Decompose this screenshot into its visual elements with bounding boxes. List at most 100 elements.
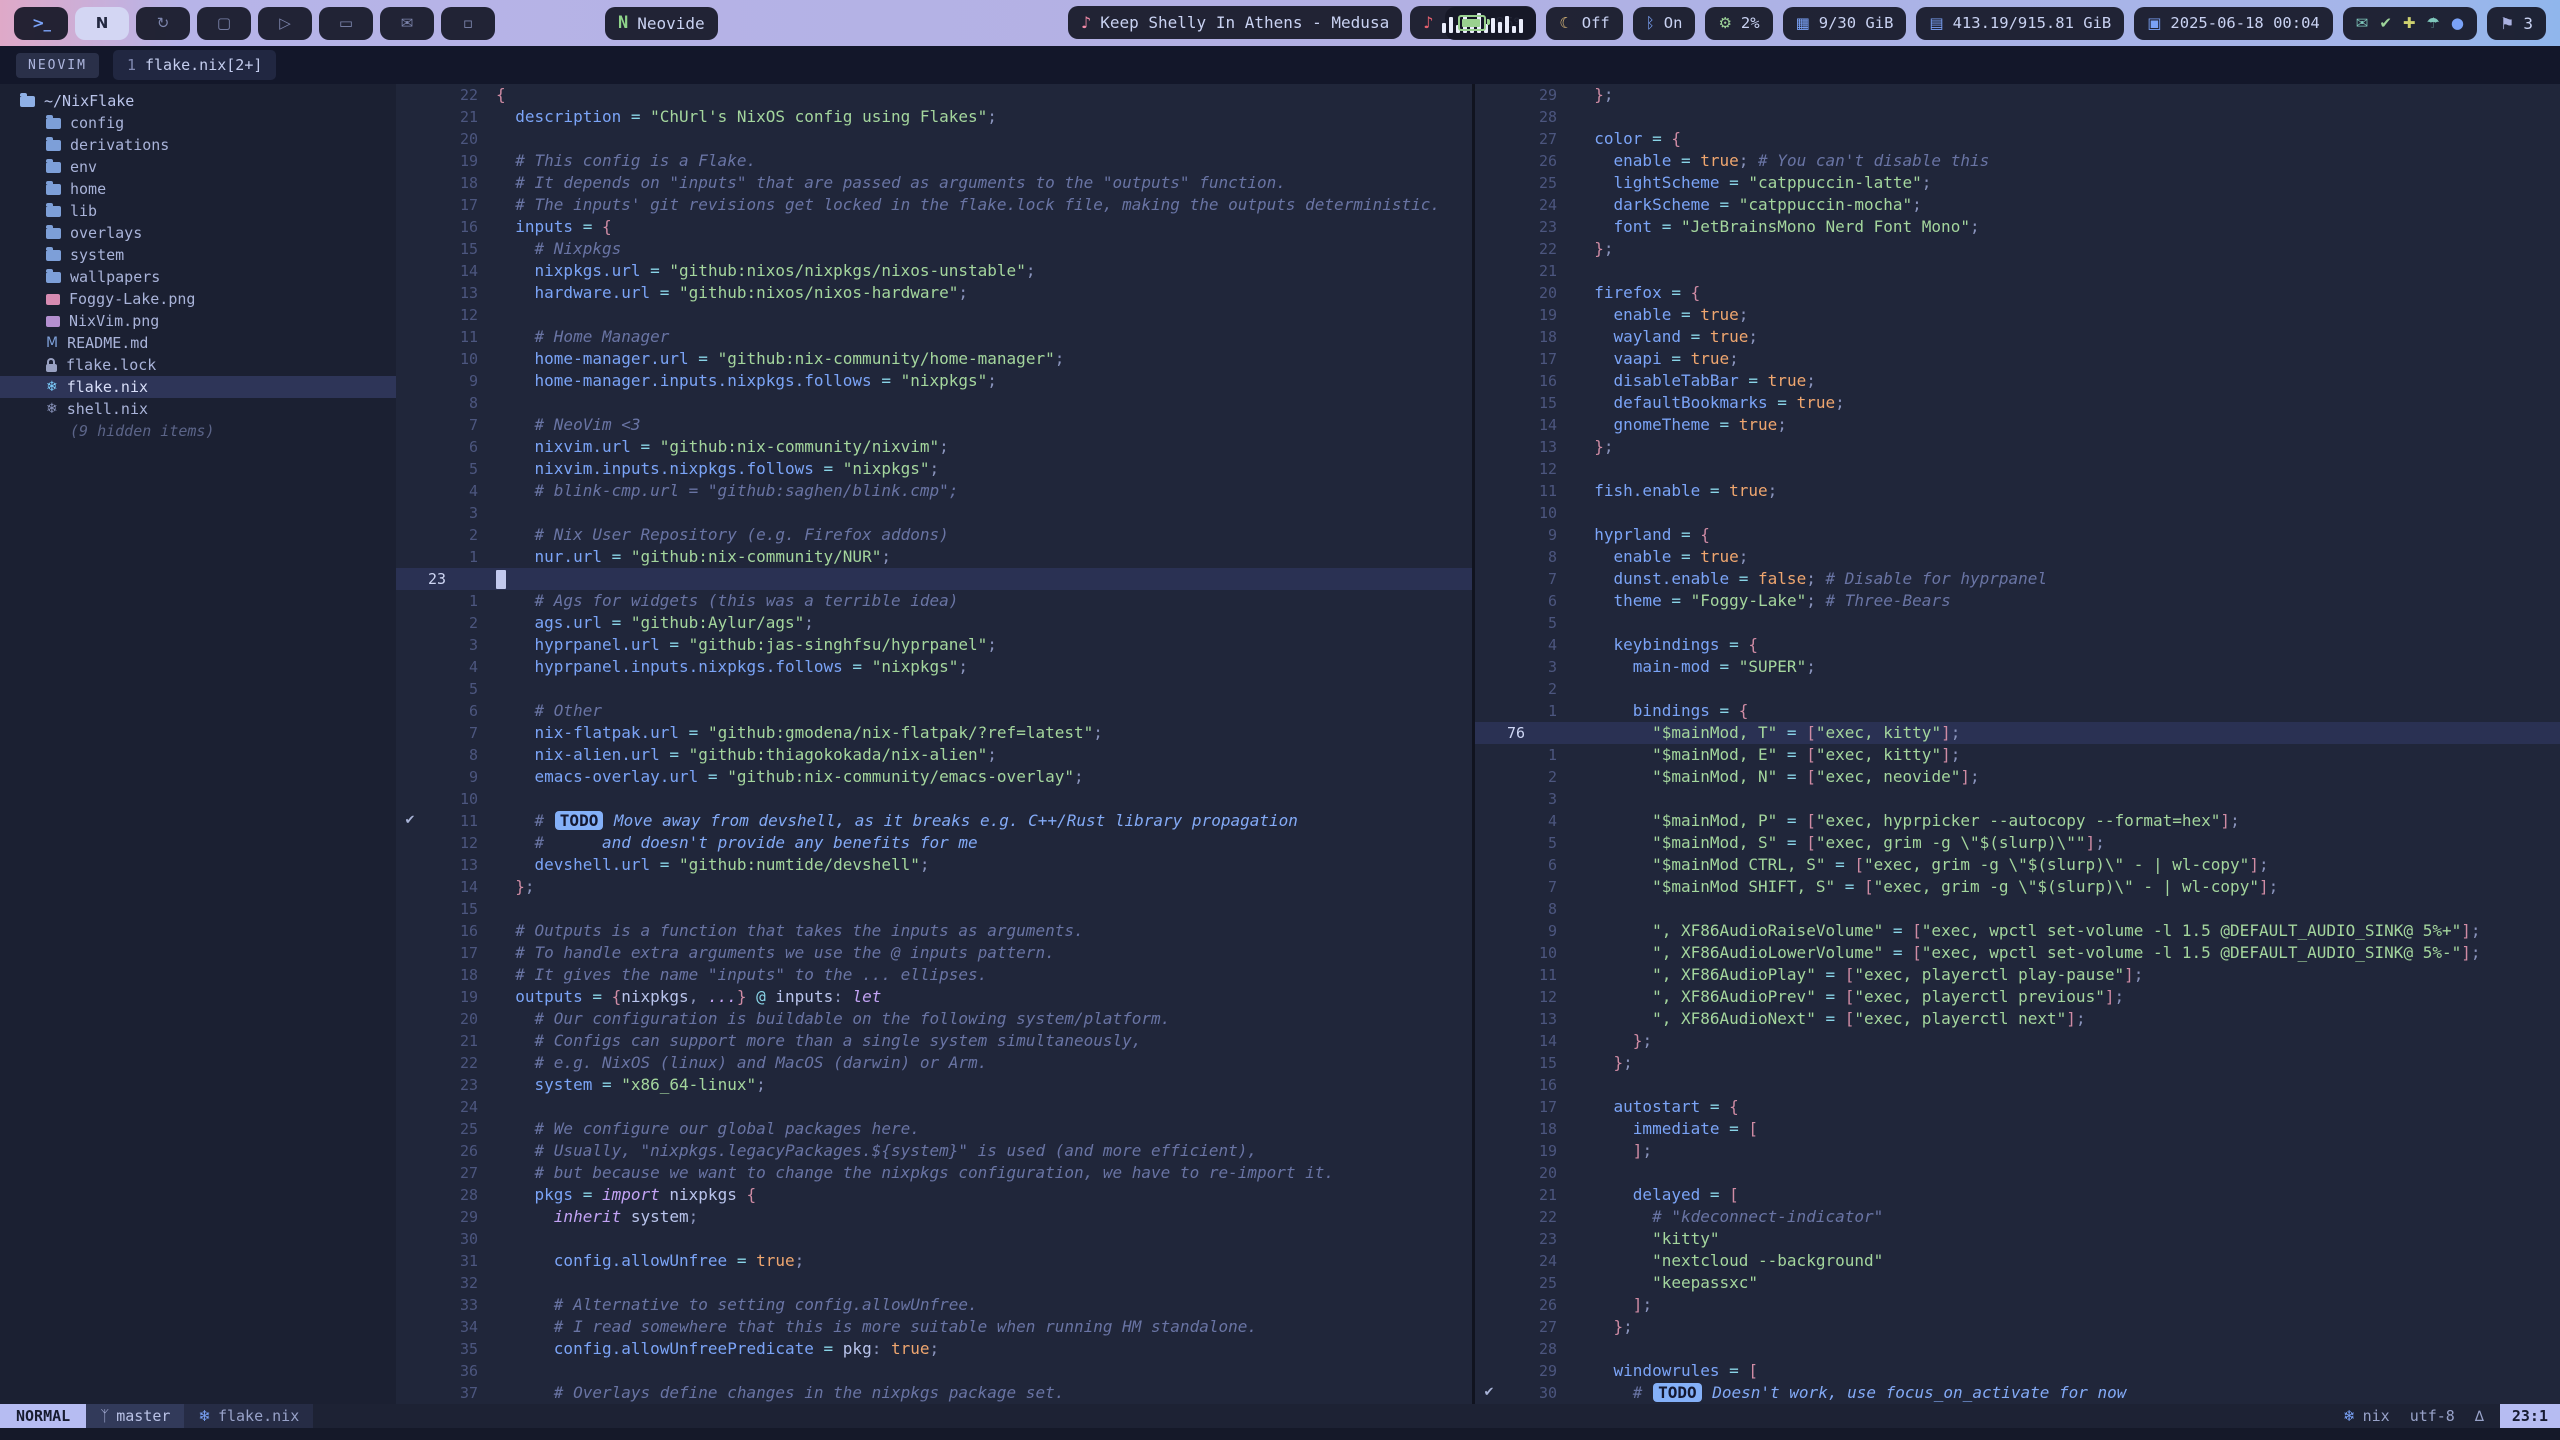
workspace-misc[interactable]: ▫: [441, 7, 495, 40]
code-line[interactable]: 22 # "kdeconnect-indicator": [1475, 1206, 2560, 1228]
tree-item-env[interactable]: env: [0, 156, 396, 178]
code-line[interactable]: 28 pkgs = import nixpkgs {: [396, 1184, 1472, 1206]
code-line[interactable]: 27 color = {: [1475, 128, 2560, 150]
code-line[interactable]: 5: [396, 678, 1472, 700]
code-line[interactable]: 21 delayed = [: [1475, 1184, 2560, 1206]
workspace-neovim[interactable]: N: [75, 7, 129, 40]
tree-item-9-hidden-items[interactable]: (9 hidden items): [0, 420, 396, 442]
code-line[interactable]: 27 # but because we want to change the n…: [396, 1162, 1472, 1184]
code-line[interactable]: 13 };: [1475, 436, 2560, 458]
tree-item-config[interactable]: config: [0, 112, 396, 134]
code-line[interactable]: 23: [396, 568, 1472, 590]
tree-item-flake-lock[interactable]: flake.lock: [0, 354, 396, 376]
code-line[interactable]: 11 # Home Manager: [396, 326, 1472, 348]
code-line[interactable]: 9 home-manager.inputs.nixpkgs.follows = …: [396, 370, 1472, 392]
code-line[interactable]: 4 # blink-cmp.url = "github:saghen/blink…: [396, 480, 1472, 502]
code-line[interactable]: 37 # Overlays define changes in the nixp…: [396, 1382, 1472, 1404]
code-line[interactable]: 6 nixvim.url = "github:nix-community/nix…: [396, 436, 1472, 458]
tree-item-wallpapers[interactable]: wallpapers: [0, 266, 396, 288]
code-line[interactable]: 12 ", XF86AudioPrev" = ["exec, playerctl…: [1475, 986, 2560, 1008]
code-line[interactable]: 7 dunst.enable = false; # Disable for hy…: [1475, 568, 2560, 590]
notifications-pill[interactable]: ⚑ 3: [2487, 7, 2546, 40]
code-line[interactable]: 20 # Our configuration is buildable on t…: [396, 1008, 1472, 1030]
code-line[interactable]: 16 disableTabBar = true;: [1475, 370, 2560, 392]
code-line[interactable]: 9 emacs-overlay.url = "github:nix-commun…: [396, 766, 1472, 788]
code-line[interactable]: 15: [396, 898, 1472, 920]
code-line[interactable]: 19 enable = true;: [1475, 304, 2560, 326]
code-line[interactable]: 18 # It depends on "inputs" that are pas…: [396, 172, 1472, 194]
workspace-mail[interactable]: ✉: [380, 7, 434, 40]
code-line[interactable]: 3: [1475, 788, 2560, 810]
code-line[interactable]: 11 ", XF86AudioPlay" = ["exec, playerctl…: [1475, 964, 2560, 986]
tree-item-overlays[interactable]: overlays: [0, 222, 396, 244]
module-bluetooth[interactable]: ᛒOn: [1633, 7, 1696, 40]
code-line[interactable]: ✔30 # TODO Doesn't work, use focus_on_ac…: [1475, 1382, 2560, 1404]
code-line[interactable]: 10: [1475, 502, 2560, 524]
code-line[interactable]: 16: [1475, 1074, 2560, 1096]
workspace-terminal[interactable]: >_: [14, 7, 68, 40]
code-line[interactable]: 14 gnomeTheme = true;: [1475, 414, 2560, 436]
code-line[interactable]: 23 system = "x86_64-linux";: [396, 1074, 1472, 1096]
buffer-tab[interactable]: 1 flake.nix[2+]: [113, 50, 276, 80]
code-line[interactable]: 14 };: [396, 876, 1472, 898]
neotree-source-tab[interactable]: NEOVIM: [16, 53, 99, 78]
code-line[interactable]: 17 autostart = {: [1475, 1096, 2560, 1118]
workspace-play[interactable]: ▷: [258, 7, 312, 40]
code-line[interactable]: 8: [1475, 898, 2560, 920]
code-line[interactable]: 18 wayland = true;: [1475, 326, 2560, 348]
code-line[interactable]: 19 outputs = {nixpkgs, ...} @ inputs: le…: [396, 986, 1472, 1008]
code-line[interactable]: 22 # e.g. NixOS (linux) and MacOS (darwi…: [396, 1052, 1472, 1074]
code-line[interactable]: 3 main-mod = "SUPER";: [1475, 656, 2560, 678]
code-line[interactable]: 5: [1475, 612, 2560, 634]
code-line[interactable]: 13 ", XF86AudioNext" = ["exec, playerctl…: [1475, 1008, 2560, 1030]
tree-item-shell-nix[interactable]: ❄shell.nix: [0, 398, 396, 420]
tree-item-nixvim-png[interactable]: NixVim.png: [0, 310, 396, 332]
code-line[interactable]: 76 "$mainMod, T" = ["exec, kitty"];: [1475, 722, 2560, 744]
code-line[interactable]: 20: [396, 128, 1472, 150]
code-line[interactable]: 13 hardware.url = "github:nixos/nixos-ha…: [396, 282, 1472, 304]
code-line[interactable]: 26 ];: [1475, 1294, 2560, 1316]
mail-tray-icon[interactable]: ✉: [2356, 14, 2369, 32]
code-line[interactable]: ✔11 # TODO Move away from devshell, as i…: [396, 810, 1472, 832]
code-line[interactable]: 10 ", XF86AudioLowerVolume" = ["exec, wp…: [1475, 942, 2560, 964]
module-do-not-disturb[interactable]: ☾Off: [1546, 7, 1622, 40]
code-line[interactable]: 7 "$mainMod SHIFT, S" = ["exec, grim -g …: [1475, 876, 2560, 898]
code-line[interactable]: 19 # This config is a Flake.: [396, 150, 1472, 172]
code-line[interactable]: 3 hyprpanel.url = "github:jas-singhfsu/h…: [396, 634, 1472, 656]
code-line[interactable]: 23 font = "JetBrainsMono Nerd Font Mono"…: [1475, 216, 2560, 238]
code-line[interactable]: 29 windowrules = [: [1475, 1360, 2560, 1382]
code-line[interactable]: 6 # Other: [396, 700, 1472, 722]
code-line[interactable]: 8 enable = true;: [1475, 546, 2560, 568]
module-cpu[interactable]: ⚙2%: [1705, 7, 1772, 40]
code-line[interactable]: 21 description = "ChUrl's NixOS config u…: [396, 106, 1472, 128]
code-line[interactable]: 10 home-manager.url = "github:nix-commun…: [396, 348, 1472, 370]
code-line[interactable]: 5 "$mainMod, S" = ["exec, grim -g \"$(sl…: [1475, 832, 2560, 854]
code-line[interactable]: 15 # Nixpkgs: [396, 238, 1472, 260]
code-line[interactable]: 20: [1475, 1162, 2560, 1184]
shield-tray-icon[interactable]: ✚: [2403, 14, 2416, 32]
code-line[interactable]: 1 # Ags for widgets (this was a terrible…: [396, 590, 1472, 612]
code-line[interactable]: 34 # I read somewhere that this is more …: [396, 1316, 1472, 1338]
code-line[interactable]: 21 # Configs can support more than a sin…: [396, 1030, 1472, 1052]
code-line[interactable]: 8 nix-alien.url = "github:thiagokokada/n…: [396, 744, 1472, 766]
code-line[interactable]: 10: [396, 788, 1472, 810]
code-line[interactable]: 12 # and doesn't provide any benefits fo…: [396, 832, 1472, 854]
paw-tray-icon[interactable]: ☂: [2426, 14, 2439, 32]
code-line[interactable]: 20 firefox = {: [1475, 282, 2560, 304]
code-line[interactable]: 14 };: [1475, 1030, 2560, 1052]
code-line[interactable]: 14 nixpkgs.url = "github:nixos/nixpkgs/n…: [396, 260, 1472, 282]
code-line[interactable]: 13 devshell.url = "github:numtide/devshe…: [396, 854, 1472, 876]
code-line[interactable]: 7 nix-flatpak.url = "github:gmodena/nix-…: [396, 722, 1472, 744]
code-line[interactable]: 16 inputs = {: [396, 216, 1472, 238]
code-line[interactable]: 24 "nextcloud --background": [1475, 1250, 2560, 1272]
code-line[interactable]: 19 ];: [1475, 1140, 2560, 1162]
code-line[interactable]: 29 inherit system;: [396, 1206, 1472, 1228]
workspace-refresh[interactable]: ↻: [136, 7, 190, 40]
tree-item-readme-md[interactable]: MREADME.md: [0, 332, 396, 354]
code-line[interactable]: 18 # It gives the name "inputs" to the .…: [396, 964, 1472, 986]
code-line[interactable]: 2 # Nix User Repository (e.g. Firefox ad…: [396, 524, 1472, 546]
check-tray-icon[interactable]: ✔: [2379, 14, 2392, 32]
code-line[interactable]: 9 ", XF86AudioRaiseVolume" = ["exec, wpc…: [1475, 920, 2560, 942]
code-line[interactable]: 18 immediate = [: [1475, 1118, 2560, 1140]
code-line[interactable]: 2 ags.url = "github:Aylur/ags";: [396, 612, 1472, 634]
